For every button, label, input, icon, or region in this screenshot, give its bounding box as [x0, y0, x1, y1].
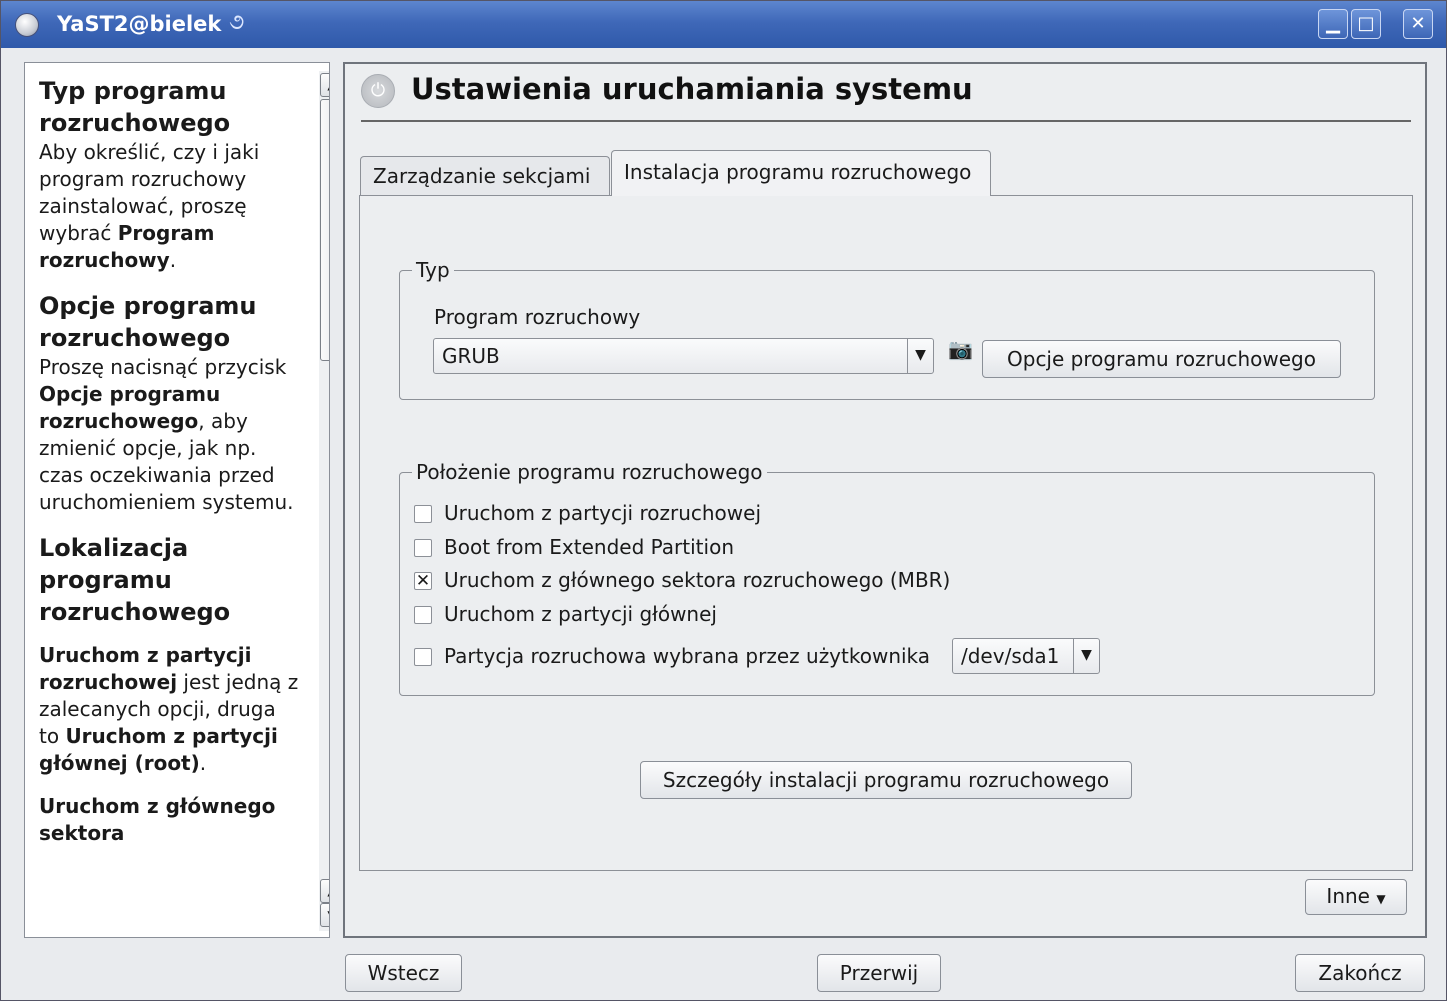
option-custom-partition-label: Partycja rozruchowa wybrana przez użytko… — [444, 644, 931, 668]
type-group-legend: Typ — [412, 257, 454, 283]
location-group-legend: Położenie programu rozruchowego — [412, 459, 767, 485]
title-divider — [361, 120, 1411, 122]
title-bar[interactable]: YaST2@bielek ૭ ▁ □ ✕ — [1, 1, 1446, 48]
window-title: YaST2@bielek — [57, 12, 222, 36]
scrollbar-thumb[interactable] — [320, 99, 329, 361]
yast-window: YaST2@bielek ૭ ▁ □ ✕ Typ programu rozruc… — [0, 0, 1447, 1001]
power-icon: ⏻ — [361, 74, 395, 108]
help-paragraph-mbr: Uruchom z głównego sektora — [39, 794, 276, 845]
custom-partition-select[interactable]: /dev/sda1 ▼ — [952, 638, 1100, 674]
bootloader-label: Program rozruchowy — [434, 305, 641, 329]
option-extended-partition-label: Boot from Extended Partition — [444, 535, 734, 559]
checkbox-extended-partition[interactable] — [414, 539, 432, 557]
other-menu-button[interactable]: Inne ▼ — [1305, 879, 1407, 915]
custom-partition-value: /dev/sda1 — [961, 644, 1060, 668]
minimize-button[interactable]: ▁ — [1318, 9, 1348, 39]
help-text: Typ programu rozruchowego Aby określić, … — [39, 75, 301, 863]
tab-bootloader-installation[interactable]: Instalacja programu rozruchowego — [611, 150, 991, 196]
maximize-button[interactable]: □ — [1351, 9, 1381, 39]
bootloader-options-button[interactable]: Opcje programu rozruchowego — [982, 340, 1341, 378]
chevron-down-icon[interactable]: ▼ — [1073, 639, 1099, 673]
sticky-pin-icon[interactable]: ૭ — [229, 10, 244, 35]
bootloader-select[interactable]: GRUB ▼ — [433, 338, 934, 374]
chevron-down-icon[interactable]: ▼ — [907, 339, 933, 373]
help-heading-options: Opcje programu rozruchowego — [39, 292, 257, 352]
abort-button[interactable]: Przerwij — [817, 954, 941, 992]
tab-section-management[interactable]: Zarządzanie sekcjami — [360, 156, 610, 196]
option-mbr-label: Uruchom z głównego sektora rozruchowego … — [444, 568, 951, 592]
checkbox-mbr[interactable]: ✕ — [414, 572, 432, 590]
page-title: Ustawienia uruchamiania systemu — [411, 72, 973, 106]
checkbox-custom-partition[interactable] — [414, 648, 432, 666]
location-group: Położenie programu rozruchowego Uruchom … — [399, 459, 1375, 696]
scroll-up-arrow-icon[interactable]: ▲ — [320, 73, 329, 97]
main-pane: ⏻ Ustawienia uruchamiania systemu Zarząd… — [343, 62, 1427, 938]
tab-panel: Typ Program rozruchowy GRUB ▼ 📷 Opcje pr… — [359, 195, 1413, 871]
type-group: Typ Program rozruchowy GRUB ▼ 📷 Opcje pr… — [399, 257, 1375, 400]
help-paragraph-location: Uruchom z partycji rozruchowej jest jedn… — [39, 643, 299, 775]
checkbox-boot-partition[interactable] — [414, 505, 432, 523]
close-button[interactable]: ✕ — [1403, 9, 1433, 39]
app-icon[interactable] — [15, 13, 39, 37]
camera-icon: 📷 — [948, 337, 973, 361]
scroll-up-arrow-icon-bottom[interactable]: ▲ — [320, 879, 329, 903]
finish-button[interactable]: Zakończ — [1295, 954, 1425, 992]
scroll-down-arrow-icon[interactable]: ▼ — [320, 903, 329, 927]
checkbox-root-partition[interactable] — [414, 606, 432, 624]
installation-details-button[interactable]: Szczegóły instalacji programu rozruchowe… — [640, 761, 1132, 799]
chevron-down-icon: ▼ — [1376, 892, 1386, 906]
help-paragraph-type: Aby określić, czy i jaki program rozruch… — [39, 140, 260, 272]
option-boot-partition-label: Uruchom z partycji rozruchowej — [444, 501, 762, 525]
help-heading-type: Typ programu rozruchowego — [39, 77, 231, 137]
help-scrollbar[interactable]: ▲ ▲ ▼ — [319, 71, 329, 931]
help-paragraph-options: Proszę nacisnąć przycisk Opcje programu … — [39, 355, 294, 514]
help-heading-location: Lokalizacja programu rozruchowego — [39, 534, 231, 626]
help-pane: Typ programu rozruchowego Aby określić, … — [24, 62, 330, 938]
back-button[interactable]: Wstecz — [345, 954, 462, 992]
option-root-partition-label: Uruchom z partycji głównej — [444, 602, 717, 626]
other-menu-label: Inne — [1326, 884, 1370, 908]
bootloader-select-value: GRUB — [442, 344, 500, 368]
